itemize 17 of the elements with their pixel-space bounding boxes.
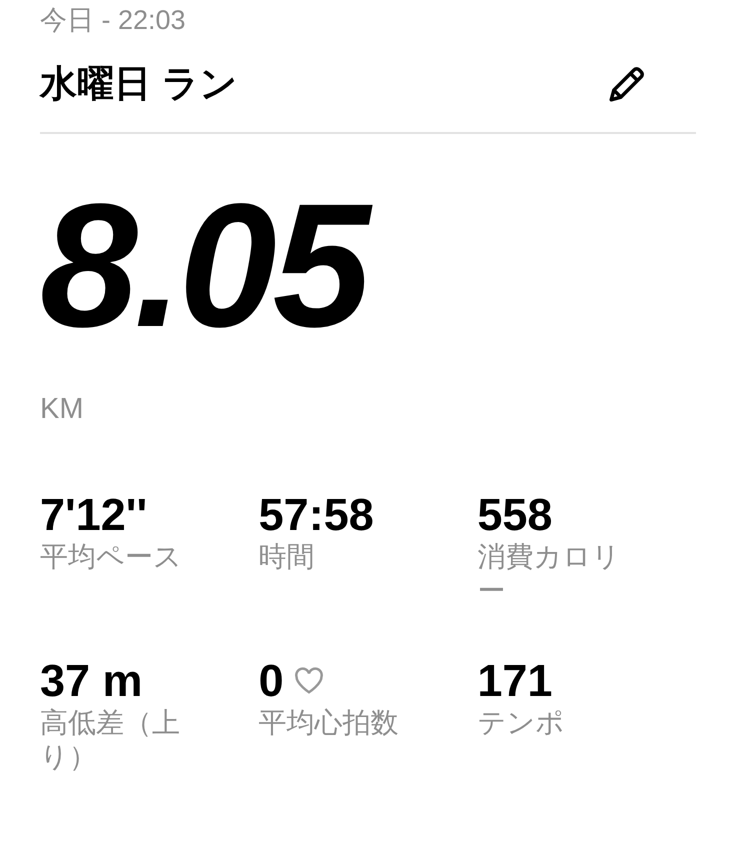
distance-unit: KM [40,392,84,426]
stat-value: 0 [258,656,284,706]
distance-value: 8.05 [40,196,696,336]
date-time: 今日 - 22:03 [40,4,187,36]
stat-label: テンポ [477,706,566,740]
stat-label: 平均心拍数 [258,706,400,740]
activity-title: 水曜日 ラン [40,62,238,106]
stat-value: 37 m [40,656,143,706]
stat-label: 消費カロリー [477,540,622,608]
stat-label: 時間 [258,540,316,574]
stat-value: 558 [477,490,552,540]
stat-label: 平均ペース [40,540,183,574]
stat-value: 57:58 [258,490,374,540]
stat-value: 171 [477,656,552,706]
stat-label: 高低差（上り） [40,706,181,774]
heart-icon [294,667,324,695]
stat-value: 7'12'' [40,490,148,540]
